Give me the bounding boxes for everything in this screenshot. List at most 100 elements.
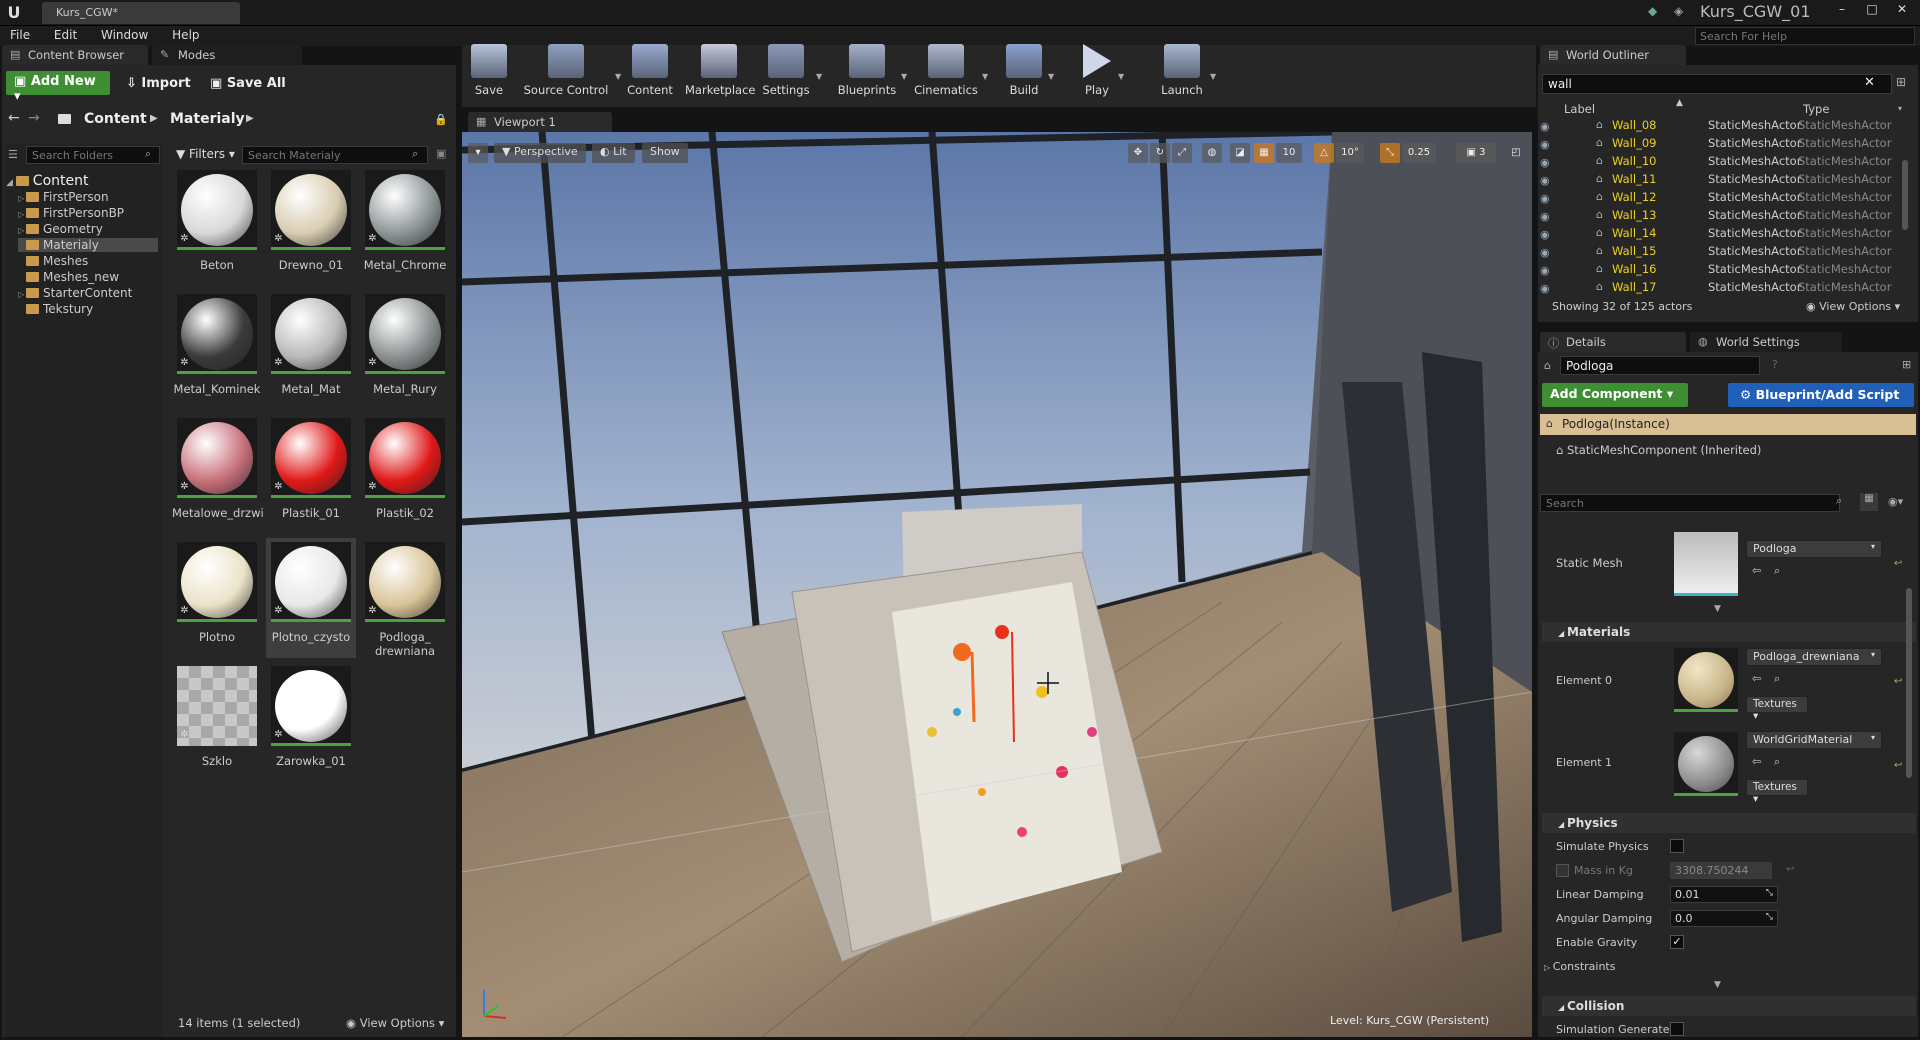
- outliner-row[interactable]: ◉ ⌂ Wall_08 StaticMeshActor StaticMeshActor: [1540, 118, 1900, 136]
- component-instance-row[interactable]: Podloga(Instance): [1540, 414, 1916, 435]
- toolbar-dropdown-icon[interactable]: ▼: [615, 72, 621, 81]
- path-materialy[interactable]: Materialy: [170, 111, 245, 127]
- settings-toolbar-button[interactable]: Settings: [760, 44, 812, 97]
- enable-gravity-checkbox[interactable]: ✓: [1670, 935, 1684, 949]
- clear-search-icon[interactable]: ✕: [1864, 75, 1875, 90]
- element0-use-icon[interactable]: ⇦: [1752, 672, 1761, 685]
- tab-modes[interactable]: ✎ Modes: [152, 45, 302, 65]
- document-tab[interactable]: Kurs_CGW*: [42, 2, 240, 24]
- asset-tile[interactable]: ✲ Beton: [172, 166, 262, 286]
- element1-reset-icon[interactable]: ↩: [1894, 760, 1902, 771]
- outliner-row[interactable]: ◉ ⌂ Wall_09 StaticMeshActor StaticMeshActor: [1540, 136, 1900, 154]
- camera-speed-button[interactable]: ▣ 3: [1456, 143, 1496, 163]
- outliner-row[interactable]: ◉ ⌂ Wall_11 StaticMeshActor StaticMeshActor: [1540, 172, 1900, 190]
- close-icon[interactable]: ✕: [1890, 2, 1914, 20]
- linear-damping-input[interactable]: 0.01 ⤡: [1670, 886, 1778, 903]
- marketplace-toolbar-button[interactable]: Marketplace: [685, 44, 755, 97]
- tab-content-browser[interactable]: ▤ Content Browser: [2, 45, 148, 65]
- lit-button[interactable]: ◐ Lit: [592, 143, 635, 163]
- asset-tile[interactable]: ✲ Metal_Kominek: [172, 290, 262, 410]
- type-column-menu-icon[interactable]: ▾: [1898, 104, 1902, 113]
- outliner-view-options-button[interactable]: ◉ View Options ▾: [1806, 300, 1900, 313]
- tree-folder-firstpersonbp[interactable]: ▷ FirstPersonBP: [18, 206, 124, 220]
- toolbar-dropdown-icon[interactable]: ▼: [1048, 72, 1054, 81]
- add-component-button[interactable]: Add Component ▾: [1542, 383, 1688, 407]
- collision-section-header[interactable]: ◢ Collision: [1542, 996, 1916, 1016]
- build-toolbar-button[interactable]: Build: [1004, 44, 1044, 97]
- tree-folder-firstperson[interactable]: ▷ FirstPerson: [18, 190, 109, 204]
- expand-mesh-icon[interactable]: ▼: [1714, 604, 1721, 614]
- maximize-icon[interactable]: □: [1860, 2, 1884, 20]
- help-search-input[interactable]: Search For Help: [1695, 27, 1915, 45]
- save-search-icon[interactable]: ▣: [436, 147, 446, 160]
- element0-thumbnail[interactable]: [1674, 648, 1738, 712]
- play-toolbar-button[interactable]: Play: [1080, 44, 1114, 97]
- asset-tile[interactable]: ✲ Plotno_czysto: [266, 538, 356, 658]
- menu-file[interactable]: File: [0, 26, 40, 42]
- asset-tile[interactable]: ✲ Plastik_01: [266, 414, 356, 534]
- tree-folder-materialy[interactable]: Materialy: [18, 238, 158, 252]
- tab-world-outliner[interactable]: ▤ World Outliner: [1540, 45, 1686, 65]
- add-new-button[interactable]: ▣ Add New ▾: [6, 71, 110, 104]
- outliner-row[interactable]: ◉ ⌂ Wall_15 StaticMeshActor StaticMeshActor: [1540, 244, 1900, 262]
- column-label-header[interactable]: Label: [1564, 102, 1595, 116]
- static-mesh-thumbnail[interactable]: [1674, 532, 1738, 596]
- minimize-icon[interactable]: –: [1830, 2, 1854, 20]
- asset-tile[interactable]: ✲ Zarowka_01: [266, 662, 356, 782]
- maximize-viewport-icon[interactable]: ◰: [1506, 143, 1526, 163]
- translate-icon[interactable]: ✥: [1128, 143, 1148, 163]
- rotate-icon[interactable]: ↻: [1150, 143, 1170, 163]
- outliner-row[interactable]: ◉ ⌂ Wall_17 StaticMeshActor StaticMeshActor: [1540, 280, 1900, 298]
- mass-reset-icon[interactable]: ↩: [1786, 864, 1794, 875]
- element1-thumbnail[interactable]: [1674, 732, 1738, 796]
- forward-arrow-icon[interactable]: →: [28, 110, 40, 126]
- tree-toggle-icon[interactable]: ☰: [8, 148, 18, 161]
- lock-icon[interactable]: 🔒: [434, 113, 448, 126]
- folder-search-input[interactable]: Search Folders: [26, 146, 160, 164]
- outliner-row[interactable]: ◉ ⌂ Wall_12 StaticMeshActor StaticMeshActor: [1540, 190, 1900, 208]
- constraints-row[interactable]: ▷ Constraints: [1544, 960, 1615, 973]
- actor-name-input[interactable]: Podloga: [1560, 356, 1760, 375]
- visibility-eye-icon[interactable]: ◉: [1540, 246, 1550, 259]
- asset-tile[interactable]: ✲ Drewno_01: [266, 166, 356, 286]
- world-local-icon[interactable]: ◍: [1202, 143, 1222, 163]
- toolbar-dropdown-icon[interactable]: ▼: [1210, 72, 1216, 81]
- visibility-eye-icon[interactable]: ◉: [1540, 156, 1550, 169]
- tab-details[interactable]: ⓘ Details: [1540, 332, 1686, 352]
- content-toolbar-button[interactable]: Content: [627, 44, 673, 97]
- tree-folder-startercontent[interactable]: ▷ StarterContent: [18, 286, 132, 300]
- tree-folder-meshes[interactable]: Meshes: [18, 254, 88, 268]
- reset-icon[interactable]: ↩: [1894, 558, 1902, 569]
- pin-icon[interactable]: ⊞: [1896, 75, 1906, 89]
- show-button[interactable]: Show: [642, 143, 688, 163]
- viewport-options-icon[interactable]: ▾: [468, 143, 488, 163]
- rotation-snap-icon[interactable]: △: [1314, 143, 1334, 163]
- view-options-button[interactable]: ◉ View Options ▾: [346, 1016, 444, 1030]
- physics-section-header[interactable]: ◢ Physics: [1542, 813, 1916, 833]
- tree-folder-meshes-new[interactable]: Meshes_new: [18, 270, 119, 284]
- filters-button[interactable]: ▼ Filters ▾: [176, 147, 235, 161]
- tree-folder-tekstury[interactable]: Tekstury: [18, 302, 93, 316]
- element0-browse-icon[interactable]: ⌕: [1774, 672, 1780, 686]
- outliner-row[interactable]: ◉ ⌂ Wall_14 StaticMeshActor StaticMeshActor: [1540, 226, 1900, 244]
- element1-dropdown[interactable]: WorldGridMaterial ▾: [1746, 731, 1882, 749]
- element1-use-icon[interactable]: ⇦: [1752, 755, 1761, 768]
- tab-viewport[interactable]: ▦ Viewport 1: [468, 112, 612, 132]
- expand-physics-icon[interactable]: ▼: [1714, 980, 1721, 990]
- visibility-eye-icon[interactable]: ◉: [1540, 282, 1550, 295]
- outliner-row[interactable]: ◉ ⌂ Wall_13 StaticMeshActor StaticMeshActor: [1540, 208, 1900, 226]
- outliner-row[interactable]: ◉ ⌂ Wall_16 StaticMeshActor StaticMeshActor: [1540, 262, 1900, 280]
- visibility-eye-icon[interactable]: ◉: [1540, 192, 1550, 205]
- simulation-generates-checkbox[interactable]: [1670, 1022, 1684, 1036]
- property-matrix-icon[interactable]: ▦: [1860, 493, 1878, 511]
- mass-override-checkbox[interactable]: [1556, 864, 1569, 877]
- tab-world-settings[interactable]: ◍ World Settings: [1690, 332, 1842, 352]
- element1-textures-button[interactable]: Textures ▾: [1746, 779, 1808, 805]
- source-control-toolbar-button[interactable]: Source Control: [521, 44, 611, 97]
- scale-snap-value[interactable]: 0.25: [1402, 143, 1436, 163]
- source-control-status-icon[interactable]: ◈: [1674, 4, 1683, 18]
- angular-damping-input[interactable]: 0.0 ⤡: [1670, 910, 1778, 927]
- visibility-eye-icon[interactable]: ◉: [1540, 174, 1550, 187]
- lock-details-icon[interactable]: ⊞: [1902, 358, 1911, 371]
- scale-icon[interactable]: ⤢: [1172, 143, 1192, 163]
